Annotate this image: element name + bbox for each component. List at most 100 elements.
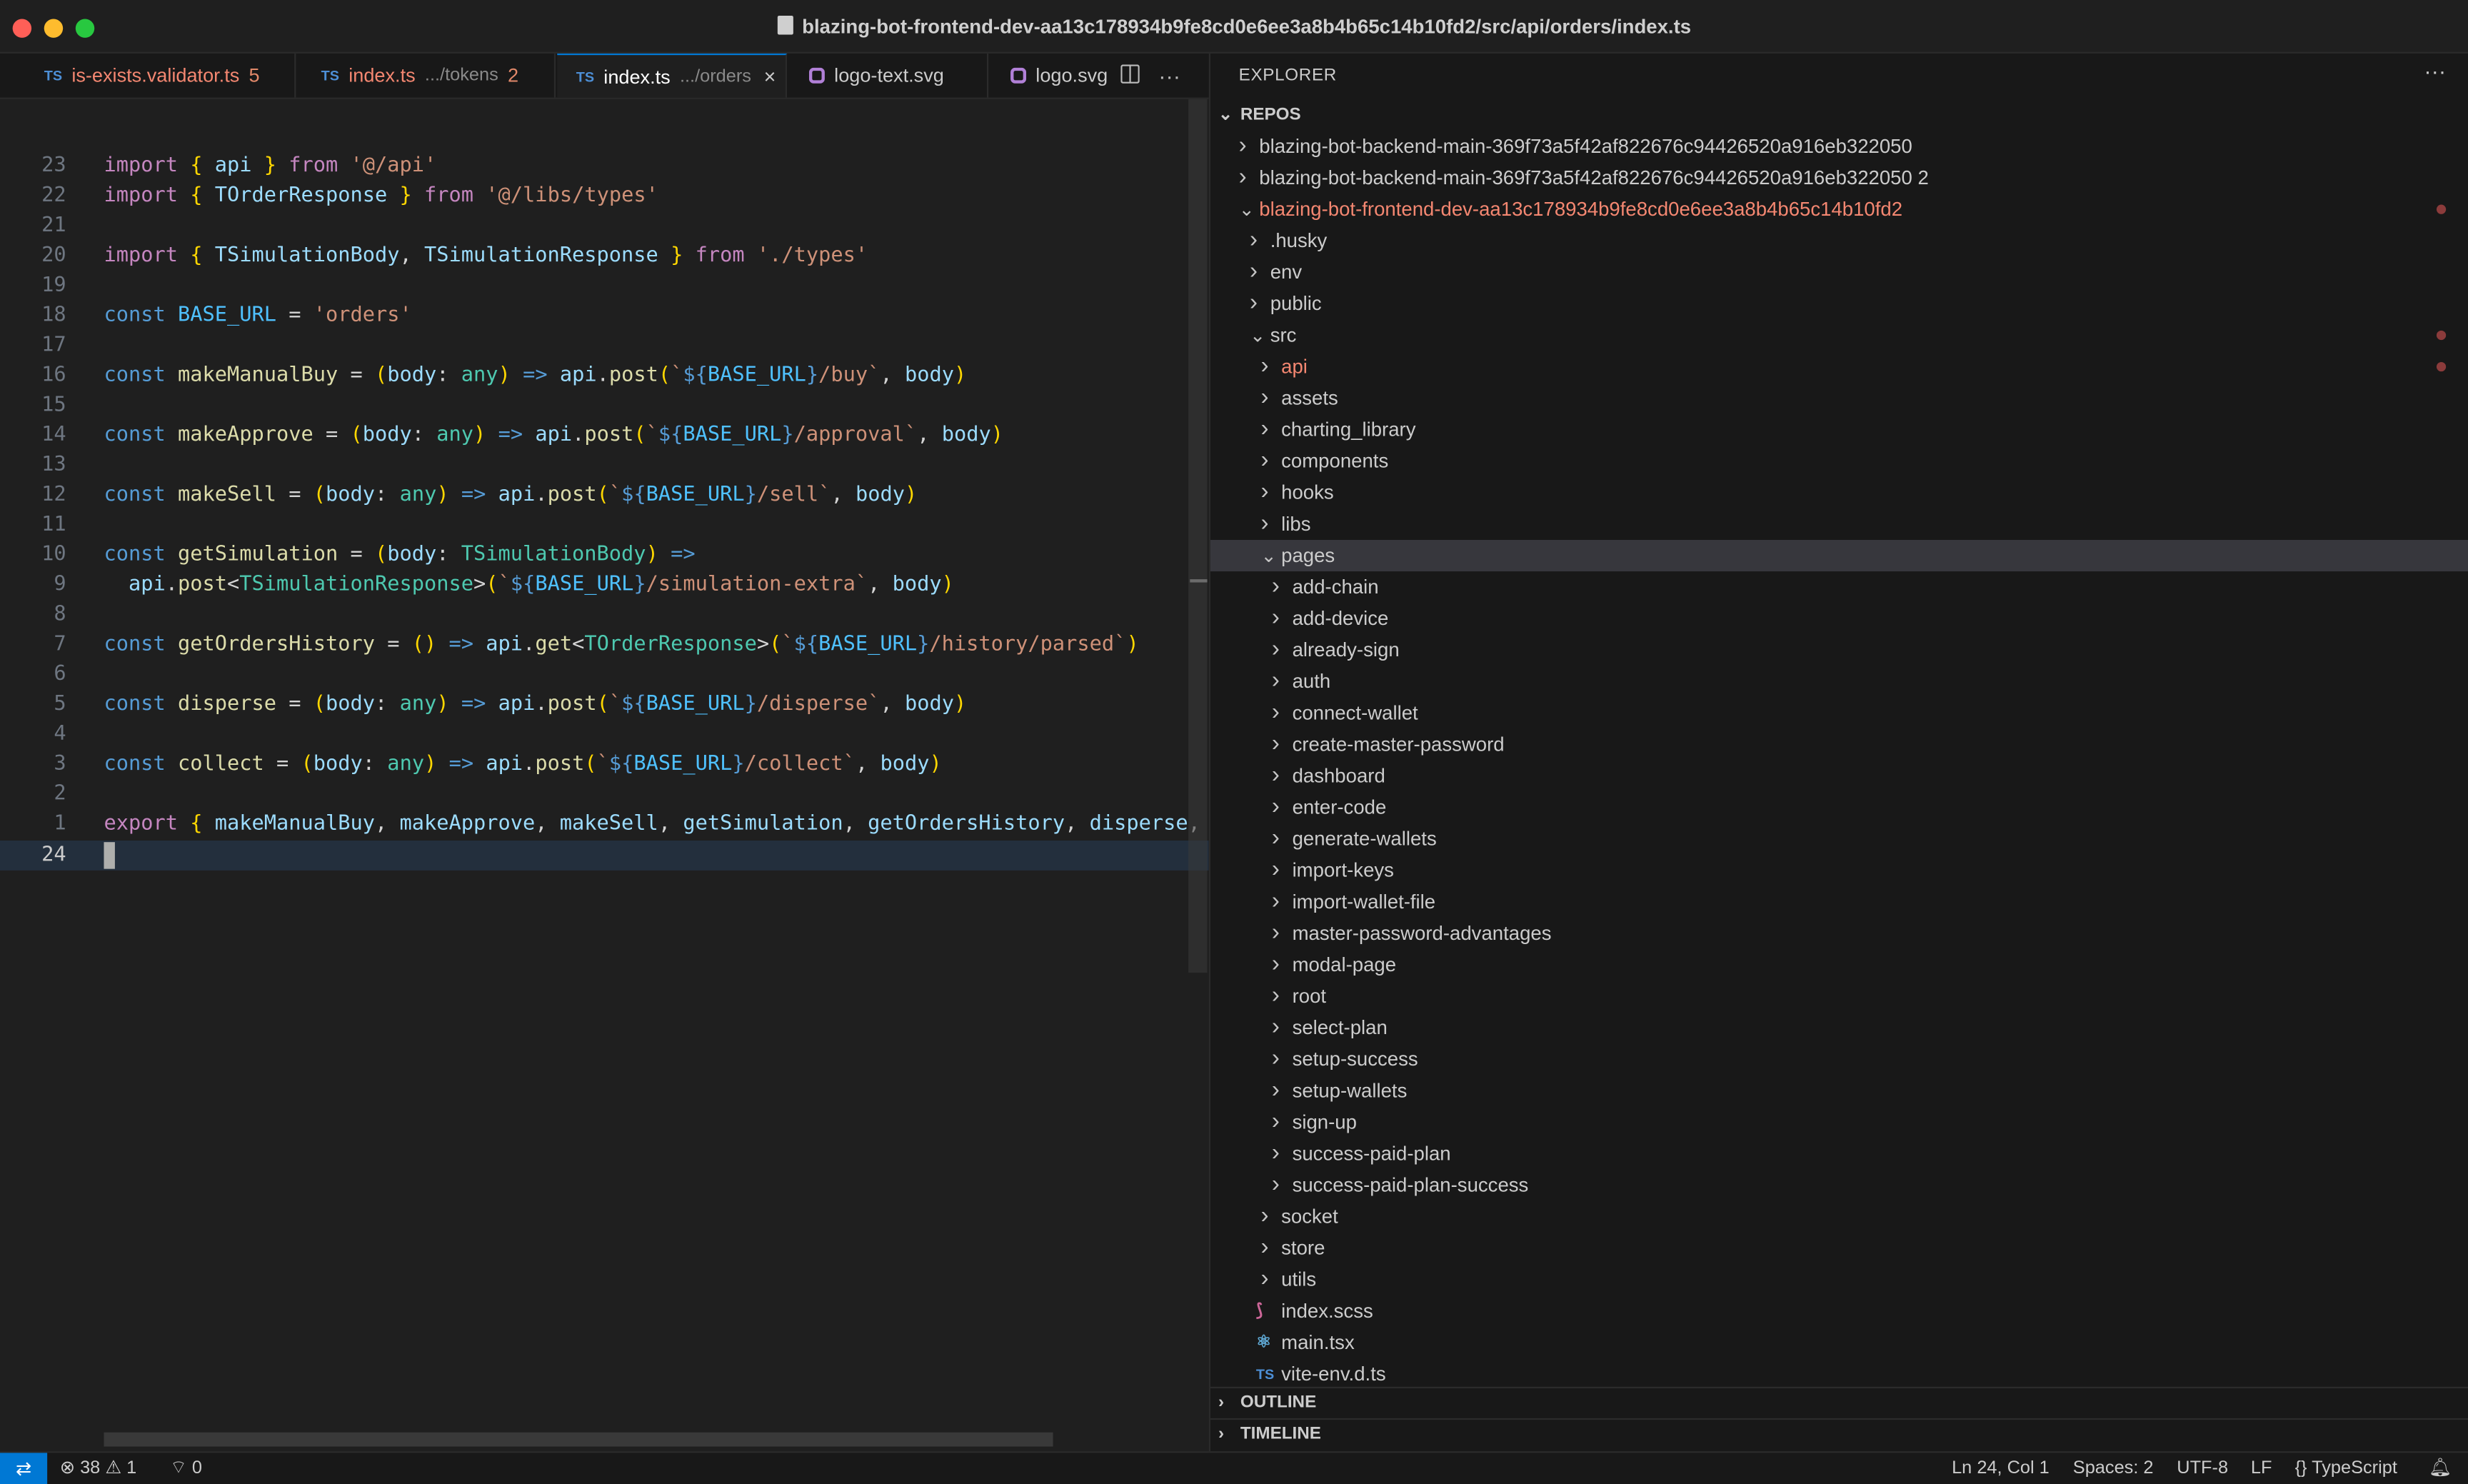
chevron-right-icon: › (1271, 1108, 1280, 1135)
tree-item-label: index.scss (1281, 1300, 1373, 1323)
tab-index-orders[interactable]: TS index.ts .../orders × (557, 53, 788, 98)
encoding[interactable]: UTF-8 (2177, 1453, 2228, 1484)
tree-file[interactable]: ⚛ main.tsx (1210, 1327, 2468, 1358)
tree-folder[interactable]: ⌄ src (1210, 319, 2468, 351)
tree-folder[interactable]: › add-chain (1210, 571, 2468, 603)
tree-item-label: dashboard (1292, 765, 1385, 788)
chevron-right-icon: › (1271, 1170, 1280, 1198)
vertical-scrollbar[interactable] (1188, 99, 1208, 973)
bell-icon[interactable]: 🔔︎ (2429, 1453, 2452, 1484)
chevron-right-icon: › (1271, 573, 1280, 600)
tab-is-exists-validator[interactable]: TS is-exists.validator.ts 5 (25, 53, 296, 98)
tree-folder[interactable]: › store (1210, 1233, 2468, 1264)
tree-folder[interactable]: › import-wallet-file (1210, 886, 2468, 918)
tab-label: index.ts (603, 65, 671, 88)
tree-folder[interactable]: › assets (1210, 383, 2468, 414)
tree-folder[interactable]: › socket (1210, 1201, 2468, 1233)
braces-icon: {} (2294, 1459, 2307, 1478)
code-line: 15 (41, 393, 66, 418)
sass-icon: ⟆ (1255, 1301, 1263, 1321)
chevron-right-icon: › (1260, 415, 1269, 443)
current-line[interactable]: 24 (0, 840, 1209, 871)
tree-folder[interactable]: › charting_library (1210, 414, 2468, 446)
tree-folder[interactable]: › root (1210, 981, 2468, 1012)
tree-folder[interactable]: › utils (1210, 1264, 2468, 1295)
tree-folder[interactable]: ⌄ pages (1210, 540, 2468, 572)
tree-folder[interactable]: › setup-success (1210, 1043, 2468, 1075)
typescript-icon: TS (1255, 1366, 1275, 1383)
tree-folder[interactable]: › libs (1210, 508, 2468, 540)
tree-folder[interactable]: › enter-code (1210, 792, 2468, 823)
tree-folder[interactable]: › master-password-advantages (1210, 918, 2468, 949)
tree-item-label: public (1270, 292, 1322, 315)
tree-folder[interactable]: › create-master-password (1210, 728, 2468, 760)
tree-folder[interactable]: › generate-wallets (1210, 823, 2468, 855)
tree-item-label: success-paid-plan (1292, 1143, 1451, 1165)
remote-indicator[interactable]: ⇄ (0, 1453, 48, 1484)
tree-folder[interactable]: › dashboard (1210, 761, 2468, 792)
tree-folder[interactable]: › add-device (1210, 603, 2468, 634)
tree-folder[interactable]: › env (1210, 256, 2468, 288)
tree-folder[interactable]: › success-paid-plan (1210, 1138, 2468, 1170)
split-editor-icon[interactable] (1120, 63, 1140, 88)
tree-folder[interactable]: › sign-up (1210, 1106, 2468, 1138)
tree-folder[interactable]: › .husky (1210, 225, 2468, 256)
language-mode[interactable]: {} TypeScript (2295, 1453, 2397, 1484)
tree-folder[interactable]: › connect-wallet (1210, 697, 2468, 728)
end-of-line[interactable]: LF (2251, 1453, 2272, 1484)
chevron-right-icon: › (1218, 1393, 1225, 1413)
code-editor[interactable]: 23 import { api } from '@/api' 22 import {… (0, 99, 1209, 1452)
more-actions-icon[interactable]: ··· (2424, 59, 2446, 84)
cursor-position[interactable]: Ln 24, Col 1 (1952, 1453, 2050, 1484)
chevron-down-icon: ⌄ (1218, 105, 1233, 125)
svg-file-icon (808, 67, 825, 84)
more-actions-icon[interactable]: ··· (1158, 63, 1180, 88)
close-icon[interactable]: × (764, 64, 776, 88)
ports-indicator[interactable]: ⌔ 0 (170, 1453, 202, 1484)
tab-index-tokens[interactable]: TS index.ts .../tokens 2 (302, 53, 556, 98)
modified-dot (2436, 330, 2447, 341)
tree-folder[interactable]: › public (1210, 288, 2468, 319)
timeline-section-header[interactable]: › TIMELINE (1210, 1418, 2468, 1450)
code-line: 5 const disperse = (body: any) => api.pos… (54, 692, 967, 716)
tree-folder[interactable]: › import-keys (1210, 855, 2468, 886)
tree-folder[interactable]: › already-sign (1210, 634, 2468, 666)
scrollbar-marker (1190, 579, 1208, 583)
tree-folder[interactable]: › auth (1210, 666, 2468, 697)
tree-folder[interactable]: › blazing-bot-backend-main-369f73a5f42af8… (1210, 131, 2468, 162)
tree-folder[interactable]: ⌄ blazing-bot-frontend-dev-aa13c178934b9f… (1210, 194, 2468, 225)
tree-folder[interactable]: › components (1210, 446, 2468, 477)
code-line: 4 (54, 722, 66, 746)
tree-item-label: libs (1281, 513, 1311, 536)
tree-folder[interactable]: › blazing-bot-backend-main-369f73a5f42af8… (1210, 162, 2468, 194)
tree-folder[interactable]: › setup-wallets (1210, 1075, 2468, 1106)
tree-item-label: import-wallet-file (1292, 891, 1436, 913)
repos-section-header[interactable]: ⌄ REPOS (1210, 99, 2468, 131)
tree-folder[interactable]: › api (1210, 351, 2468, 383)
horizontal-scrollbar[interactable] (104, 1432, 1053, 1447)
indentation[interactable]: Spaces: 2 (2073, 1453, 2154, 1484)
problems-indicator[interactable]: ⊗ 38 ⚠ 1 (60, 1453, 136, 1484)
tree-item-label: enter-code (1292, 796, 1387, 819)
tree-folder[interactable]: › modal-page (1210, 949, 2468, 981)
explorer-title: EXPLORER (1238, 66, 1337, 86)
chevron-down-icon: ⌄ (1250, 324, 1266, 346)
outline-section-header[interactable]: › OUTLINE (1210, 1387, 2468, 1418)
tree-item-label: blazing-bot-frontend-dev-aa13c178934b9fe… (1259, 198, 1903, 221)
tree-file[interactable]: ⟆ index.scss (1210, 1295, 2468, 1327)
tree-item-label: sign-up (1292, 1111, 1357, 1133)
editor-actions: ··· (1120, 54, 1180, 98)
tree-file[interactable]: TS vite-env.d.ts (1210, 1358, 2468, 1390)
tree-item-label: pages (1281, 544, 1335, 567)
chevron-right-icon: › (1250, 226, 1258, 254)
tree-folder[interactable]: › hooks (1210, 477, 2468, 508)
tab-logo-svg[interactable]: logo.svg (992, 54, 1121, 98)
problem-count: 2 (507, 64, 519, 87)
tree-folder[interactable]: › select-plan (1210, 1012, 2468, 1043)
tab-logo-text-svg[interactable]: logo-text.svg (790, 53, 989, 98)
code-line: 12 const makeSell = (body: any) => api.po… (41, 483, 918, 507)
code-line: 6 (54, 662, 66, 686)
tree-item-label: socket (1281, 1205, 1338, 1228)
tree-item-label: connect-wallet (1292, 702, 1418, 724)
tree-folder[interactable]: › success-paid-plan-success (1210, 1170, 2468, 1201)
